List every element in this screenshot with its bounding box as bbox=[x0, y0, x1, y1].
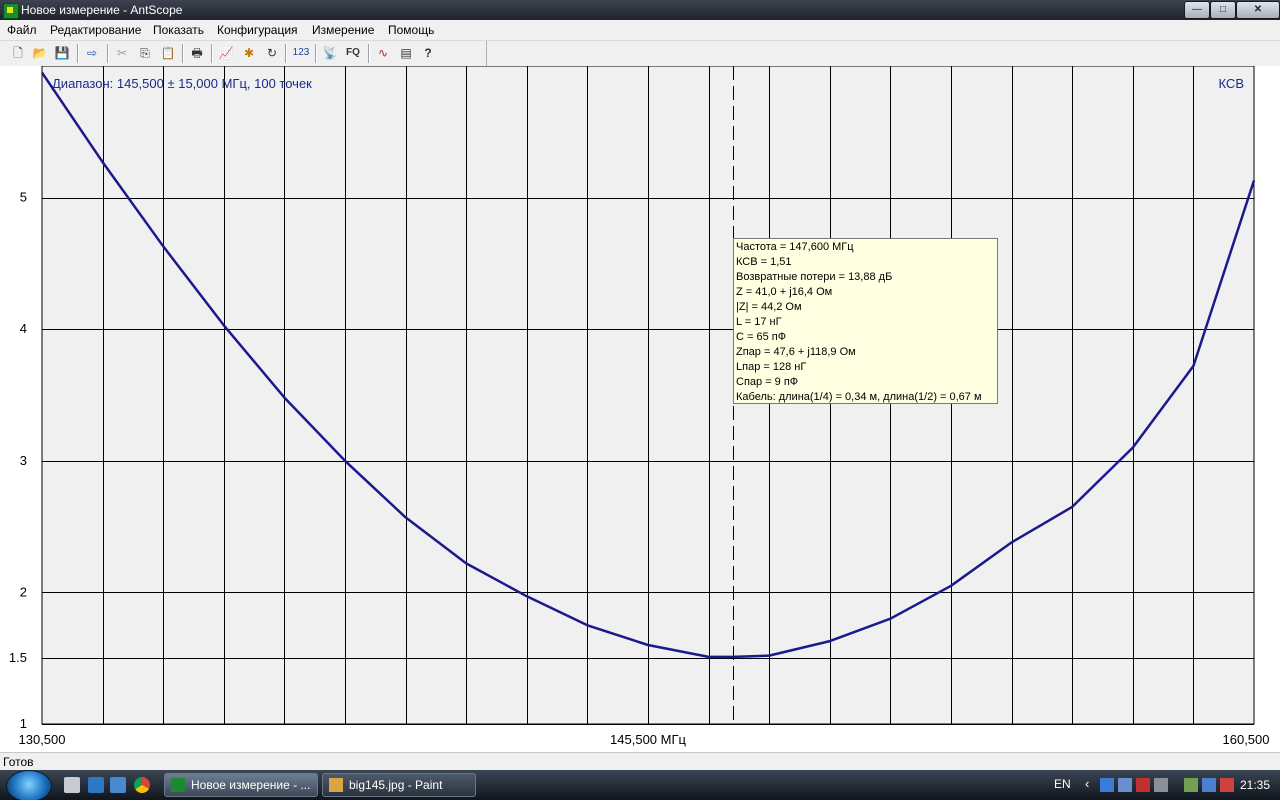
cut-icon[interactable]: ✂ bbox=[113, 44, 131, 62]
fq-icon[interactable]: FQ bbox=[343, 44, 363, 62]
toolbar-end-divider bbox=[486, 41, 487, 66]
toolbar-separator bbox=[368, 44, 370, 63]
info-parallel-inductance: Lпар = 128 нГ bbox=[736, 361, 807, 373]
maximize-button[interactable]: □ bbox=[1210, 1, 1236, 19]
info-parallel-impedance: Zпар = 47,6 + j118,9 Ом bbox=[736, 346, 856, 358]
numeric-icon[interactable]: 123 bbox=[291, 44, 311, 62]
info-parallel-capacitance: Cпар = 9 пФ bbox=[736, 376, 799, 388]
taskbar-paint-button[interactable]: big145.jpg - Paint bbox=[322, 773, 476, 797]
minimize-button[interactable]: — bbox=[1184, 1, 1210, 19]
x-tick-label: 145,500 МГц bbox=[610, 732, 686, 747]
paste-icon[interactable]: 📋 bbox=[159, 44, 177, 62]
chrome-icon[interactable] bbox=[134, 777, 150, 793]
y-tick-label: 1 bbox=[20, 716, 27, 731]
copy-icon[interactable]: ⎘ bbox=[136, 44, 154, 62]
range-label: Диапазон: 145,500 ± 15,000 МГц, 100 точе… bbox=[52, 76, 312, 91]
toolbar: 🗋 📂 💾 ⇨ ✂ ⎘ 📋 🖶 📈 ✱ ↻ 123 📡 FQ ∿ ▤ ? bbox=[0, 41, 1280, 67]
tray-device-icon[interactable] bbox=[1154, 778, 1168, 792]
show-desktop-icon[interactable] bbox=[64, 777, 80, 793]
info-impedance-magnitude: |Z| = 44,2 Ом bbox=[736, 301, 802, 313]
wave-icon[interactable]: ∿ bbox=[374, 44, 392, 62]
chart-icon[interactable]: 📈 bbox=[217, 44, 235, 62]
window-switch-icon[interactable] bbox=[110, 777, 126, 793]
tray-app-icon[interactable] bbox=[1118, 778, 1132, 792]
x-tick-label: 160,500 bbox=[1223, 732, 1270, 747]
start-button[interactable] bbox=[6, 770, 52, 800]
info-swr: КСВ = 1,51 bbox=[736, 256, 792, 268]
close-button[interactable]: ✕ bbox=[1236, 1, 1280, 19]
tray-security-icon[interactable] bbox=[1136, 778, 1150, 792]
toolbar-separator bbox=[211, 44, 213, 63]
info-impedance: Z = 41,0 + j16,4 Ом bbox=[736, 286, 833, 298]
status-text: Готов bbox=[3, 755, 34, 769]
menu-measurement[interactable]: Измерение bbox=[312, 23, 374, 37]
series-label: КСВ bbox=[1219, 76, 1245, 91]
info-capacitance: C = 65 пФ bbox=[736, 331, 787, 343]
info-inductance: L = 17 нГ bbox=[736, 316, 782, 328]
menu-file[interactable]: Файл bbox=[7, 23, 37, 37]
tray-network-icon[interactable] bbox=[1100, 778, 1114, 792]
menu-configuration[interactable]: Конфигурация bbox=[217, 23, 298, 37]
window-title: Новое измерение - AntScope bbox=[21, 3, 183, 17]
toolbar-separator bbox=[107, 44, 109, 63]
antenna-icon[interactable]: 📡 bbox=[321, 44, 339, 62]
tray-expand-icon[interactable]: ‹ bbox=[1085, 776, 1089, 791]
info-frequency: Частота = 147,600 МГц bbox=[736, 241, 854, 253]
save-icon[interactable]: 💾 bbox=[53, 44, 71, 62]
toolbar-separator bbox=[285, 44, 287, 63]
open-folder-icon[interactable]: 📂 bbox=[31, 44, 49, 62]
title-bar[interactable]: Новое измерение - AntScope — □ ✕ bbox=[0, 0, 1280, 20]
y-tick-label: 1.5 bbox=[9, 650, 27, 665]
y-tick-label: 5 bbox=[20, 190, 27, 205]
new-icon[interactable]: 🗋 bbox=[9, 44, 27, 62]
info-return-loss: Возвратные потери = 13,88 дБ bbox=[736, 271, 893, 283]
antscope-task-icon bbox=[171, 778, 185, 792]
menu-bar: Файл Редактирование Показать Конфигураци… bbox=[0, 20, 1280, 41]
menu-help[interactable]: Помощь bbox=[388, 23, 434, 37]
battery-icon[interactable] bbox=[1184, 778, 1198, 792]
settings-star-icon[interactable]: ✱ bbox=[240, 44, 258, 62]
y-tick-label: 3 bbox=[20, 453, 27, 468]
volume-icon[interactable] bbox=[1220, 778, 1234, 792]
export-icon[interactable]: ⇨ bbox=[83, 44, 101, 62]
refresh-icon[interactable]: ↻ bbox=[263, 44, 281, 62]
taskbar: Новое измерение - ... big145.jpg - Paint… bbox=[0, 770, 1280, 800]
toolbar-separator bbox=[77, 44, 79, 63]
network-icon[interactable] bbox=[1202, 778, 1216, 792]
x-tick-label: 130,500 bbox=[19, 732, 66, 747]
menu-edit[interactable]: Редактирование bbox=[50, 23, 141, 37]
clock[interactable]: 21:35 bbox=[1240, 778, 1270, 792]
swr-plot[interactable]: 1 1.5 2 3 4 5 130,500 145,500 МГц 160,500 Диапазо… bbox=[0, 66, 1280, 750]
info-cable-length: Кабель: длина(1/4) = 0,34 м, длина(1/2) … bbox=[736, 391, 982, 403]
paint-task-icon bbox=[329, 778, 343, 792]
taskbar-antscope-label: Новое измерение - ... bbox=[191, 778, 311, 792]
list-icon[interactable]: ▤ bbox=[397, 44, 415, 62]
print-icon[interactable]: 🖶 bbox=[188, 44, 206, 62]
y-tick-label: 4 bbox=[20, 321, 27, 336]
status-bar: Готов bbox=[0, 752, 1280, 771]
language-indicator[interactable]: EN bbox=[1054, 777, 1071, 791]
toolbar-separator bbox=[182, 44, 184, 63]
taskbar-paint-label: big145.jpg - Paint bbox=[349, 778, 443, 792]
cursor-info-box: Частота = 147,600 МГц КСВ = 1,51 Возврат… bbox=[733, 238, 998, 404]
antscope-app-icon bbox=[3, 3, 19, 19]
help-icon[interactable]: ? bbox=[419, 44, 437, 62]
taskbar-antscope-button[interactable]: Новое измерение - ... bbox=[164, 773, 318, 797]
y-tick-label: 2 bbox=[20, 584, 27, 599]
menu-view[interactable]: Показать bbox=[153, 23, 204, 37]
swr-chart-area[interactable]: 1 1.5 2 3 4 5 130,500 145,500 МГц 160,500 Диапазо… bbox=[0, 66, 1280, 750]
explorer-icon[interactable] bbox=[88, 777, 104, 793]
toolbar-separator bbox=[315, 44, 317, 63]
